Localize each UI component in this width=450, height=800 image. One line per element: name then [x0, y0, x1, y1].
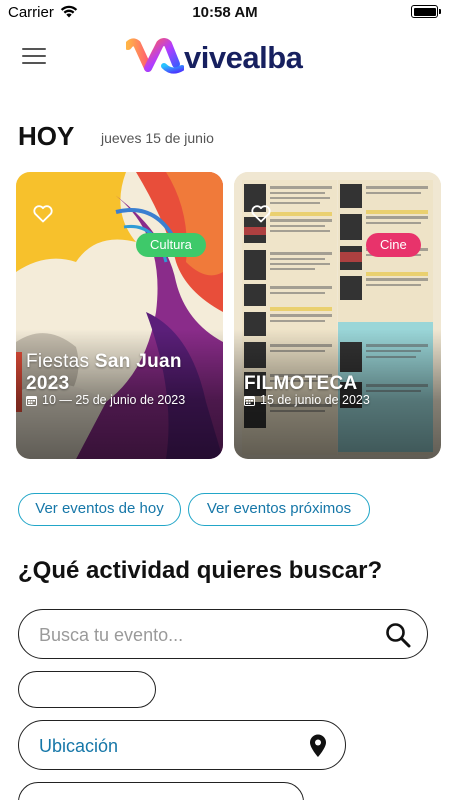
- event-card[interactable]: Cine FILMOTECA 15 de junio de 2023: [234, 172, 441, 459]
- category-badge: Cultura: [136, 233, 206, 257]
- upcoming-events-button[interactable]: Ver eventos próximos: [188, 493, 370, 526]
- search-heading: ¿Qué actividad quieres buscar?: [18, 557, 383, 584]
- location-label: Ubicación: [39, 736, 119, 756]
- category-badge: Cine: [366, 233, 421, 257]
- search-icon[interactable]: [385, 622, 411, 648]
- heart-icon[interactable]: [33, 205, 53, 223]
- clock: 10:58 AM: [192, 4, 258, 21]
- event-date: 10 — 25 de junio de 2023: [26, 393, 185, 407]
- location-pin-icon: [310, 734, 326, 757]
- calendar-icon: [26, 395, 37, 406]
- vivealba-logo-icon: [126, 38, 184, 74]
- date-select[interactable]: [18, 671, 156, 708]
- today-events-button[interactable]: Ver eventos de hoy: [18, 493, 181, 526]
- calendar-icon: [244, 395, 255, 406]
- search-box: [18, 609, 428, 659]
- logo-text: vivealba: [184, 40, 303, 75]
- event-card[interactable]: Cultura Fiestas San Juan 2023 10 — 25 de…: [16, 172, 223, 459]
- today-date: jueves 15 de junio: [101, 130, 214, 146]
- event-date: 15 de junio de 2023: [244, 393, 370, 407]
- heart-icon[interactable]: [251, 205, 271, 223]
- event-title: FILMOTECA: [244, 373, 358, 394]
- category-select[interactable]: [18, 782, 304, 800]
- search-input[interactable]: [39, 622, 369, 648]
- location-select[interactable]: Ubicación: [18, 720, 346, 770]
- status-bar: Carrier 10:58 AM: [0, 0, 450, 24]
- battery-icon: [411, 5, 441, 18]
- event-title: Fiestas San Juan 2023: [26, 351, 182, 394]
- today-title: HOY: [18, 121, 75, 151]
- app-logo: vivealba: [126, 38, 303, 78]
- hamburger-icon[interactable]: [22, 48, 46, 66]
